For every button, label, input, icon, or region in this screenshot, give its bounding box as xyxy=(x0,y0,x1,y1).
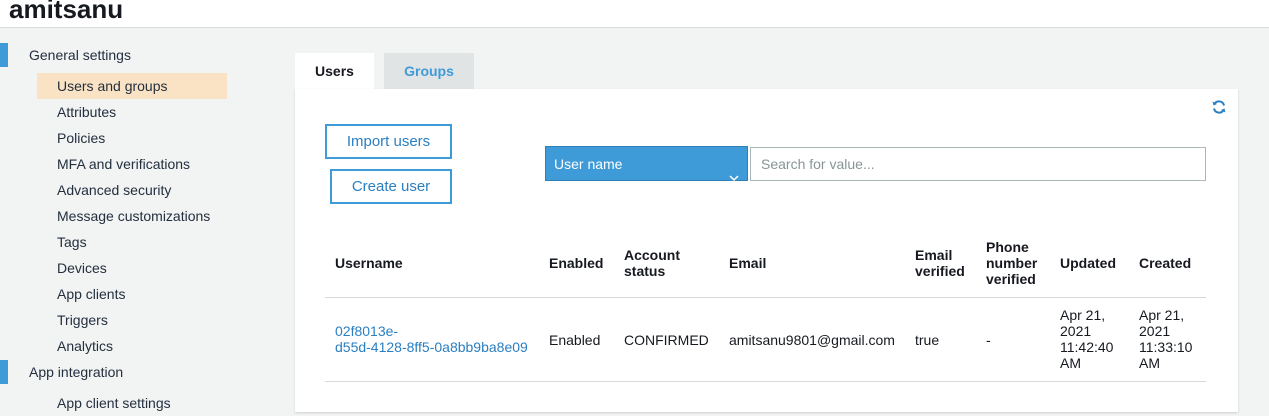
sidebar-item-app-clients[interactable]: App clients xyxy=(37,281,227,307)
cell-enabled: Enabled xyxy=(549,332,601,348)
sidebar-item-message-customizations[interactable]: Message customizations xyxy=(37,203,227,229)
sidebar-item-mfa[interactable]: MFA and verifications xyxy=(37,151,227,177)
column-header-account-status[interactable]: Account status xyxy=(624,247,680,279)
sidebar-item-attributes[interactable]: Attributes xyxy=(37,99,227,125)
header-line: number xyxy=(986,255,1038,271)
column-header-username[interactable]: Username xyxy=(335,255,403,271)
username-line: d55d-4128-8ff5-0a8bb9ba8e09 xyxy=(335,339,528,355)
sidebar: General settings Users and groups Attrib… xyxy=(0,28,240,416)
sidebar-item-advanced-security[interactable]: Advanced security xyxy=(37,177,227,203)
sidebar-item-policies[interactable]: Policies xyxy=(37,125,227,151)
column-header-email-verified[interactable]: Email verified xyxy=(915,247,965,279)
sidebar-item-tags[interactable]: Tags xyxy=(37,229,227,255)
page-title: amitsanu xyxy=(9,0,124,24)
search-input[interactable] xyxy=(750,147,1206,181)
cell-email-verified: true xyxy=(915,332,940,348)
header-line: verified xyxy=(915,263,965,279)
sidebar-item-app-client-settings[interactable]: App client settings xyxy=(37,390,227,416)
cell-created: Apr 21, 2021 11:33:10 AM xyxy=(1139,307,1192,371)
table-header-divider xyxy=(325,297,1206,298)
page-header: amitsanu xyxy=(0,0,1269,28)
date-line: AM xyxy=(1060,355,1081,371)
date-line: Apr 21, xyxy=(1060,307,1106,323)
sidebar-item-devices[interactable]: Devices xyxy=(37,255,227,281)
tab-groups[interactable]: Groups xyxy=(384,53,474,89)
table-row-divider xyxy=(325,381,1206,382)
section-general-settings[interactable]: General settings xyxy=(29,47,131,63)
sidebar-item-triggers[interactable]: Triggers xyxy=(37,307,227,333)
refresh-icon[interactable] xyxy=(1211,99,1227,115)
header-line: Account xyxy=(624,247,680,263)
header-line: Email xyxy=(915,247,953,263)
date-line: 2021 xyxy=(1060,323,1092,339)
header-line: Phone xyxy=(986,239,1029,255)
cell-account-status: CONFIRMED xyxy=(624,332,709,348)
section-marker xyxy=(0,43,8,67)
column-header-updated[interactable]: Updated xyxy=(1060,255,1116,271)
import-users-button[interactable]: Import users xyxy=(325,124,452,159)
cell-email: amitsanu9801@gmail.com xyxy=(729,332,895,348)
column-header-phone-verified[interactable]: Phone number verified xyxy=(986,239,1037,287)
column-header-email[interactable]: Email xyxy=(729,255,766,271)
column-header-enabled[interactable]: Enabled xyxy=(549,255,603,271)
users-panel: Import users Create user User name Usern… xyxy=(295,89,1238,412)
username-line: 02f8013e- xyxy=(335,323,399,339)
sidebar-item-users-and-groups[interactable]: Users and groups xyxy=(37,73,227,99)
tab-users[interactable]: Users xyxy=(295,53,374,89)
filter-selected-value: User name xyxy=(554,156,623,172)
section-app-integration[interactable]: App integration xyxy=(29,364,123,380)
create-user-button[interactable]: Create user xyxy=(330,169,452,204)
header-line: verified xyxy=(986,271,1036,287)
column-header-created[interactable]: Created xyxy=(1139,255,1191,271)
header-line: status xyxy=(624,263,666,279)
cell-phone-verified: - xyxy=(986,332,991,348)
date-line: 11:33:10 xyxy=(1139,339,1193,355)
date-line: 2021 xyxy=(1139,323,1171,339)
filter-attribute-select[interactable]: User name xyxy=(545,146,748,182)
date-line: AM xyxy=(1139,355,1160,371)
date-line: Apr 21, xyxy=(1139,307,1185,323)
chevron-down-icon xyxy=(729,160,739,182)
cell-updated: Apr 21, 2021 11:42:40 AM xyxy=(1060,307,1113,371)
username-link[interactable]: 02f8013e- d55d-4128-8ff5-0a8bb9ba8e09 xyxy=(335,323,528,355)
date-line: 11:42:40 xyxy=(1060,339,1114,355)
section-marker xyxy=(0,360,8,384)
sidebar-item-analytics[interactable]: Analytics xyxy=(37,333,227,359)
